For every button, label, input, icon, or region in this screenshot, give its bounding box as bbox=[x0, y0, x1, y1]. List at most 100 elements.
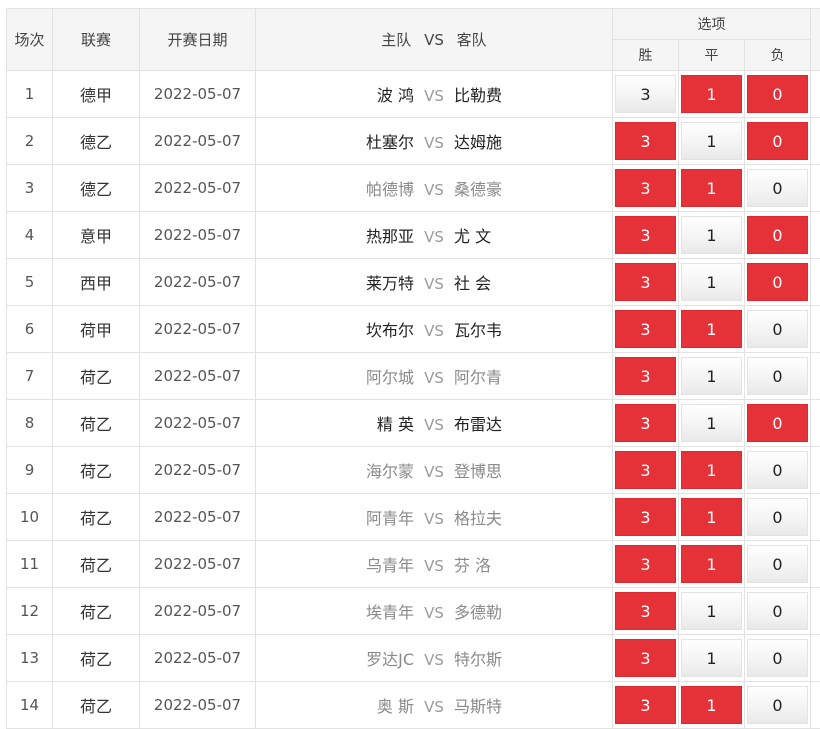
away-team: 特尔斯 bbox=[454, 646, 609, 670]
away-team: 多德勒 bbox=[454, 599, 609, 623]
away-team: 社 会 bbox=[454, 270, 609, 294]
option-cell-win: 3 bbox=[613, 541, 679, 588]
match-table-container: 场次 联赛 开赛日期 主队 VS 客队 选项 胜 平 负 1德甲2022-05-… bbox=[6, 8, 820, 729]
option-draw-button[interactable]: 1 bbox=[681, 639, 742, 677]
option-win-button[interactable]: 3 bbox=[615, 498, 676, 536]
option-win-button[interactable]: 3 bbox=[615, 545, 676, 583]
option-lose-button[interactable]: 0 bbox=[747, 169, 808, 207]
row-extra-cell bbox=[811, 306, 820, 353]
option-win-button[interactable]: 3 bbox=[615, 263, 676, 301]
league-name: 荷乙 bbox=[53, 635, 140, 682]
home-team: 杜塞尔 bbox=[259, 129, 414, 153]
option-lose-button[interactable]: 0 bbox=[747, 310, 808, 348]
table-row: 13荷乙2022-05-07罗达JCVS特尔斯310 bbox=[7, 635, 820, 682]
match-date: 2022-05-07 bbox=[140, 259, 256, 306]
option-win-button[interactable]: 3 bbox=[615, 216, 676, 254]
option-win-button[interactable]: 3 bbox=[615, 592, 676, 630]
table-body: 1德甲2022-05-07波 鸿VS比勒费3102德乙2022-05-07杜塞尔… bbox=[7, 71, 820, 729]
match-number: 2 bbox=[7, 118, 53, 165]
option-lose-button[interactable]: 0 bbox=[747, 216, 808, 254]
option-lose-button[interactable]: 0 bbox=[747, 592, 808, 630]
option-draw-button[interactable]: 1 bbox=[681, 122, 742, 160]
option-draw-button[interactable]: 1 bbox=[681, 451, 742, 489]
option-draw-button[interactable]: 1 bbox=[681, 310, 742, 348]
option-win-button[interactable]: 3 bbox=[615, 357, 676, 395]
away-team: 阿尔青 bbox=[454, 364, 609, 388]
option-cell-draw: 1 bbox=[679, 635, 745, 682]
option-cell-draw: 1 bbox=[679, 494, 745, 541]
header-date: 开赛日期 bbox=[140, 9, 256, 71]
row-extra-cell bbox=[811, 588, 820, 635]
option-lose-button[interactable]: 0 bbox=[747, 404, 808, 442]
option-draw-button[interactable]: 1 bbox=[681, 169, 742, 207]
table-row: 7荷乙2022-05-07阿尔城VS阿尔青310 bbox=[7, 353, 820, 400]
option-lose-button[interactable]: 0 bbox=[747, 498, 808, 536]
match-teams: 杜塞尔VS达姆施 bbox=[256, 118, 613, 165]
away-team: 布雷达 bbox=[454, 411, 609, 435]
option-cell-lose: 0 bbox=[745, 400, 811, 447]
option-cell-win: 3 bbox=[613, 306, 679, 353]
option-draw-button[interactable]: 1 bbox=[681, 263, 742, 301]
match-date: 2022-05-07 bbox=[140, 494, 256, 541]
row-extra-cell bbox=[811, 212, 820, 259]
table-row: 1德甲2022-05-07波 鸿VS比勒费310 bbox=[7, 71, 820, 118]
option-win-button[interactable]: 3 bbox=[615, 75, 676, 113]
vs-label: VS bbox=[414, 275, 454, 293]
option-lose-button[interactable]: 0 bbox=[747, 357, 808, 395]
option-lose-button[interactable]: 0 bbox=[747, 545, 808, 583]
league-name: 荷乙 bbox=[53, 682, 140, 729]
option-win-button[interactable]: 3 bbox=[615, 310, 676, 348]
option-draw-button[interactable]: 1 bbox=[681, 357, 742, 395]
league-name: 西甲 bbox=[53, 259, 140, 306]
option-lose-button[interactable]: 0 bbox=[747, 451, 808, 489]
vs-label: VS bbox=[414, 651, 454, 669]
option-win-button[interactable]: 3 bbox=[615, 404, 676, 442]
option-lose-button[interactable]: 0 bbox=[747, 75, 808, 113]
match-number: 3 bbox=[7, 165, 53, 212]
option-cell-draw: 1 bbox=[679, 259, 745, 306]
option-cell-win: 3 bbox=[613, 212, 679, 259]
option-draw-button[interactable]: 1 bbox=[681, 498, 742, 536]
away-team: 桑德豪 bbox=[454, 176, 609, 200]
away-team: 尤 文 bbox=[454, 223, 609, 247]
away-team: 马斯特 bbox=[454, 693, 609, 717]
option-draw-button[interactable]: 1 bbox=[681, 686, 742, 724]
option-draw-button[interactable]: 1 bbox=[681, 545, 742, 583]
row-extra-cell bbox=[811, 494, 820, 541]
match-teams: 波 鸿VS比勒费 bbox=[256, 71, 613, 118]
option-win-button[interactable]: 3 bbox=[615, 169, 676, 207]
option-win-button[interactable]: 3 bbox=[615, 686, 676, 724]
option-lose-button[interactable]: 0 bbox=[747, 686, 808, 724]
option-draw-button[interactable]: 1 bbox=[681, 75, 742, 113]
option-cell-draw: 1 bbox=[679, 71, 745, 118]
option-draw-button[interactable]: 1 bbox=[681, 216, 742, 254]
option-draw-button[interactable]: 1 bbox=[681, 404, 742, 442]
header-league: 联赛 bbox=[53, 9, 140, 71]
option-win-button[interactable]: 3 bbox=[615, 451, 676, 489]
row-extra-cell bbox=[811, 447, 820, 494]
away-team: 登博思 bbox=[454, 458, 609, 482]
option-lose-button[interactable]: 0 bbox=[747, 122, 808, 160]
option-win-button[interactable]: 3 bbox=[615, 122, 676, 160]
option-cell-lose: 0 bbox=[745, 353, 811, 400]
option-cell-draw: 1 bbox=[679, 682, 745, 729]
match-number: 11 bbox=[7, 541, 53, 588]
match-number: 10 bbox=[7, 494, 53, 541]
option-cell-draw: 1 bbox=[679, 400, 745, 447]
match-number: 4 bbox=[7, 212, 53, 259]
option-cell-draw: 1 bbox=[679, 118, 745, 165]
option-win-button[interactable]: 3 bbox=[615, 639, 676, 677]
vs-label: VS bbox=[414, 557, 454, 575]
option-cell-draw: 1 bbox=[679, 447, 745, 494]
match-table: 场次 联赛 开赛日期 主队 VS 客队 选项 胜 平 负 1德甲2022-05-… bbox=[6, 8, 820, 729]
home-team: 奥 斯 bbox=[259, 693, 414, 717]
option-lose-button[interactable]: 0 bbox=[747, 263, 808, 301]
match-number: 13 bbox=[7, 635, 53, 682]
option-draw-button[interactable]: 1 bbox=[681, 592, 742, 630]
option-cell-win: 3 bbox=[613, 682, 679, 729]
match-number: 1 bbox=[7, 71, 53, 118]
option-cell-win: 3 bbox=[613, 259, 679, 306]
option-cell-lose: 0 bbox=[745, 165, 811, 212]
option-lose-button[interactable]: 0 bbox=[747, 639, 808, 677]
header-extra bbox=[811, 9, 820, 71]
